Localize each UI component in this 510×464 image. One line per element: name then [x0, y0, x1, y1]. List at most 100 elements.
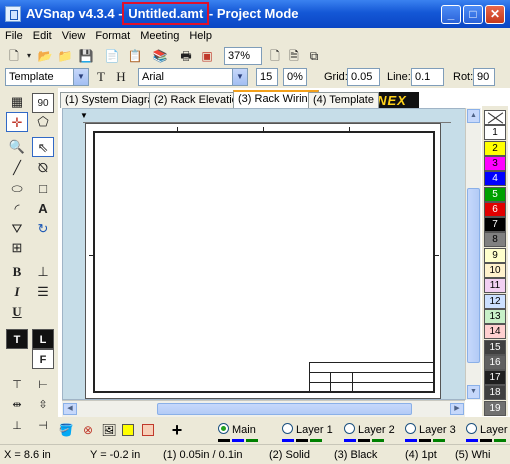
underline-button[interactable]: U: [6, 302, 28, 322]
menu-help[interactable]: Help: [184, 28, 217, 42]
new-dropdown-icon[interactable]: ▾: [21, 48, 37, 64]
color-swatch-18[interactable]: 18: [484, 385, 506, 401]
line-color-swatch[interactable]: [142, 424, 154, 436]
no-color-swatch[interactable]: [484, 110, 506, 125]
page-width-icon[interactable]: 🗎: [286, 48, 302, 64]
drawing-canvas[interactable]: ▼: [62, 108, 480, 400]
layer-option-1[interactable]: Layer 1: [282, 423, 333, 436]
percent-field[interactable]: 0%: [283, 68, 307, 86]
tab-template[interactable]: (4) Template: [308, 92, 379, 108]
close-button[interactable]: ✕: [485, 5, 505, 24]
color-swatch-1[interactable]: 1: [484, 125, 506, 141]
color-swatch-16[interactable]: 16: [484, 354, 506, 370]
new-page-icon[interactable]: 📄: [104, 48, 120, 64]
radio-button[interactable]: [282, 423, 293, 434]
color-swatch-7[interactable]: 7: [484, 217, 506, 233]
menu-meeting[interactable]: Meeting: [135, 28, 184, 42]
minimize-button[interactable]: _: [441, 5, 461, 24]
library-icon[interactable]: 📚: [152, 48, 168, 64]
layer-option-3[interactable]: Layer 3: [405, 423, 456, 436]
print-preview-icon[interactable]: ▣: [199, 48, 215, 64]
rotate-icon[interactable]: ↻: [32, 219, 54, 239]
color-swatch-5[interactable]: 5: [484, 186, 506, 202]
height-tool-button[interactable]: H: [113, 69, 129, 85]
add-layer-button[interactable]: +: [169, 421, 185, 439]
node-edit-icon[interactable]: ⬠: [32, 112, 54, 132]
horizontal-scrollbar[interactable]: ◀ ▶: [62, 400, 465, 417]
arc-icon[interactable]: ◜: [6, 199, 28, 219]
color-swatch-12[interactable]: 12: [484, 293, 506, 309]
distribute-vertical-icon[interactable]: ⇳: [32, 395, 54, 415]
color-swatch-15[interactable]: 15: [484, 339, 506, 355]
snap-point-icon[interactable]: ✛: [6, 112, 28, 132]
align-left-icon[interactable]: ⊤: [6, 375, 28, 395]
title-block[interactable]: [309, 362, 435, 393]
text-t-button[interactable]: T: [6, 329, 28, 349]
rotate-90-button[interactable]: 90: [32, 93, 54, 113]
grid-field[interactable]: 0.05: [347, 68, 380, 86]
chevron-down-icon[interactable]: ▼: [73, 69, 88, 85]
menu-edit[interactable]: Edit: [28, 28, 57, 42]
open-folder-icon[interactable]: 📂: [37, 48, 53, 64]
align-bottom-icon[interactable]: ⊥: [6, 416, 28, 436]
radio-button[interactable]: [405, 423, 416, 434]
color-swatch-13[interactable]: 13: [484, 308, 506, 324]
vertical-scroll-thumb[interactable]: [467, 188, 480, 363]
layer-option-4[interactable]: Layer 4: [466, 423, 510, 436]
text-tool[interactable]: A: [32, 199, 54, 219]
template-select[interactable]: Template ▼: [5, 68, 89, 86]
grid-icon[interactable]: ▦: [6, 92, 28, 112]
text-f-button[interactable]: F: [32, 349, 54, 369]
color-swatch-14[interactable]: 14: [484, 324, 506, 340]
text-tool-button[interactable]: T: [93, 69, 109, 85]
print-icon[interactable]: 🖶: [178, 48, 194, 64]
ellipse-icon[interactable]: ⬭: [6, 179, 28, 199]
color-swatch-8[interactable]: 8: [484, 232, 506, 248]
color-swatch-3[interactable]: 3: [484, 155, 506, 171]
new-file-icon[interactable]: 🗋: [6, 48, 22, 64]
horizontal-scroll-thumb[interactable]: [157, 403, 412, 415]
italic-button[interactable]: I: [6, 282, 28, 302]
scroll-up-icon[interactable]: ▲: [467, 109, 480, 123]
radio-button[interactable]: [218, 423, 229, 434]
align-top-icon[interactable]: ⊥: [32, 262, 54, 282]
maximize-button[interactable]: □: [463, 5, 483, 24]
line-field[interactable]: 0.1: [411, 68, 444, 86]
layer-option-2[interactable]: Layer 2: [344, 423, 395, 436]
zoom-icon[interactable]: 🔍: [6, 137, 28, 157]
color-swatch-19[interactable]: 19: [484, 400, 506, 416]
text-l-button[interactable]: L: [32, 329, 54, 349]
properties-icon[interactable]: 📋: [127, 48, 143, 64]
color-swatch-11[interactable]: 11: [484, 278, 506, 294]
color-swatch-10[interactable]: 10: [484, 263, 506, 278]
vertical-scrollbar[interactable]: ▲ ▼: [465, 108, 481, 400]
line-tool-icon[interactable]: ╱: [6, 158, 28, 178]
save-icon[interactable]: 💾: [78, 48, 94, 64]
rack-icon[interactable]: ⛛: [6, 219, 28, 239]
rectangle-icon[interactable]: □: [32, 179, 54, 199]
justify-icon[interactable]: ☰: [32, 282, 54, 302]
polyline-icon[interactable]: ⦰: [32, 158, 54, 178]
page-fit-icon[interactable]: 🗋: [267, 48, 283, 64]
align-right-icon[interactable]: ⊢: [32, 375, 54, 395]
color-swatch-6[interactable]: 6: [484, 201, 506, 217]
layer-option-0[interactable]: Main: [218, 423, 256, 436]
zoom-field[interactable]: 37%: [224, 47, 262, 65]
fill-bucket-icon[interactable]: 🪣: [58, 422, 74, 438]
scroll-down-icon[interactable]: ▼: [467, 385, 480, 399]
chevron-down-icon[interactable]: ▼: [232, 69, 247, 85]
image-icon[interactable]: 🖼: [101, 422, 117, 438]
no-fill-icon[interactable]: ⊗: [80, 422, 96, 438]
menu-view[interactable]: View: [57, 28, 91, 42]
copy-page-icon[interactable]: ⧉: [306, 48, 322, 64]
menu-format[interactable]: Format: [90, 28, 135, 42]
pointer-icon[interactable]: ⇖: [32, 137, 54, 157]
distribute-horizontal-icon[interactable]: ⇹: [6, 395, 28, 415]
color-swatch-4[interactable]: 4: [484, 171, 506, 187]
color-swatch-17[interactable]: 17: [484, 370, 506, 386]
scroll-left-icon[interactable]: ◀: [63, 403, 77, 415]
yellow-fill-swatch[interactable]: [122, 424, 134, 436]
align-center-icon[interactable]: ⊣: [32, 416, 54, 436]
color-swatch-2[interactable]: 2: [484, 140, 506, 156]
radio-button[interactable]: [344, 423, 355, 434]
